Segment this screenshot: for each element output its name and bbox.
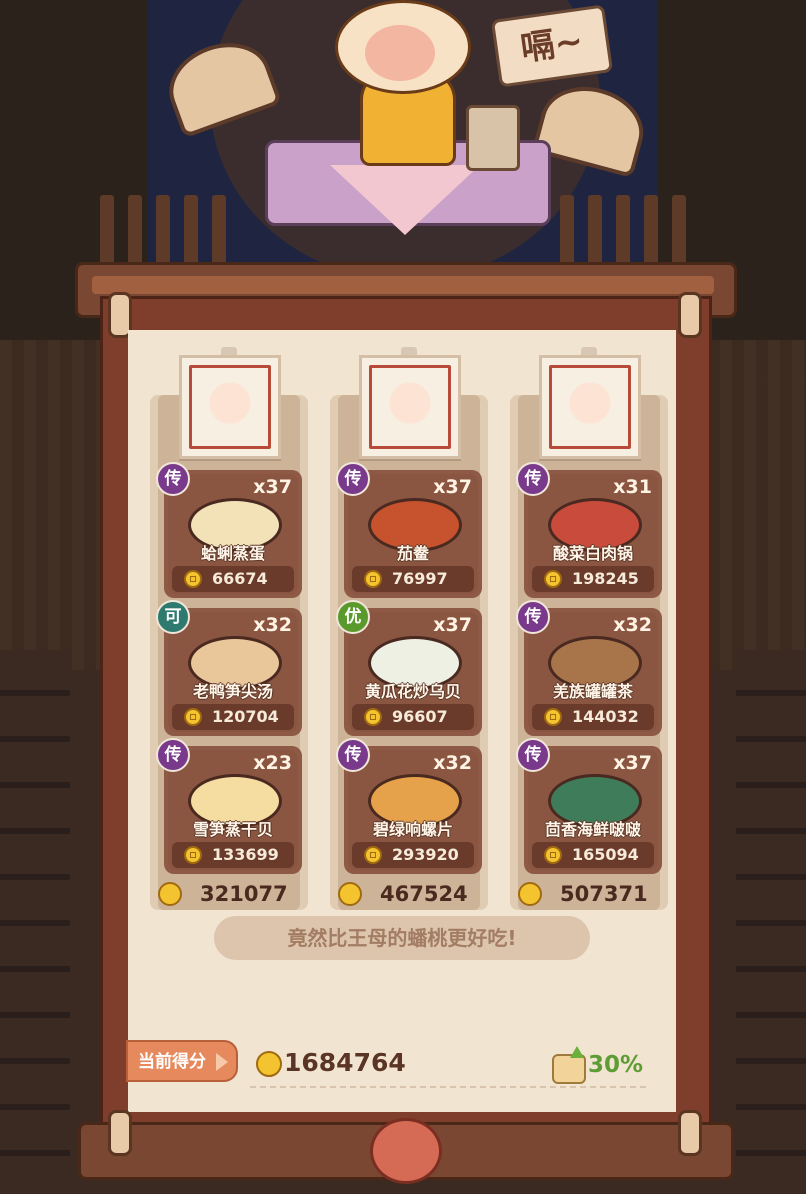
coin-icon (184, 846, 202, 864)
dish-rank-badge: 传 (336, 738, 370, 772)
dish-rank-badge: 可 (156, 600, 190, 634)
coin-icon (184, 570, 202, 588)
dish-name: 碧绿响螺片 (372, 820, 453, 839)
chef-portrait[interactable] (539, 355, 641, 459)
right-door (736, 650, 806, 1194)
coin-icon (184, 708, 202, 726)
bonus-up-arrow-icon (570, 1046, 584, 1058)
stacked-bowls-icon (466, 105, 520, 171)
dish-quantity: x32 (613, 614, 652, 636)
monkey-king-face (365, 25, 435, 81)
dish-card[interactable]: 传 x23 雪笋蒸干贝 133699 (156, 738, 302, 874)
dish-price: 120704 (212, 707, 279, 726)
dish-name: 黄瓜花炒乌贝 (364, 682, 461, 701)
chef-avatar (189, 365, 271, 449)
coin-icon (544, 570, 562, 588)
dish-card[interactable]: 传 x32 羌族罐罐茶 144032 (516, 600, 662, 736)
dish-rank-badge: 传 (156, 738, 190, 772)
scroll-knob (678, 1110, 702, 1156)
dish-card[interactable]: 优 x37 黄瓜花炒乌贝 96607 (336, 600, 482, 736)
dish-price-bar: 144032 (532, 704, 654, 730)
dish-rank-badge: 传 (516, 600, 550, 634)
dish-price-bar: 76997 (352, 566, 474, 592)
dish-card[interactable]: 传 x32 碧绿响螺片 293920 (336, 738, 482, 874)
coin-icon (158, 882, 182, 906)
score-divider (250, 1086, 646, 1088)
dish-rank-badge: 传 (516, 462, 550, 496)
column-total: 467524 (380, 882, 468, 906)
coin-icon (364, 708, 382, 726)
dish-card[interactable]: 可 x32 老鸭笋尖汤 120704 (156, 600, 302, 736)
chef-avatar (549, 365, 631, 449)
dish-quantity: x32 (433, 752, 472, 774)
dish-name: 茄鲞 (396, 544, 429, 563)
dish-name: 羌族罐罐茶 (552, 682, 633, 701)
bonus-bowl-icon (552, 1054, 586, 1084)
dish-price-bar: 96607 (352, 704, 474, 730)
dish-price-bar: 133699 (172, 842, 294, 868)
play-arrow-icon (216, 1053, 228, 1071)
column-total: 321077 (200, 882, 288, 906)
dish-price-bar: 198245 (532, 566, 654, 592)
dish-price: 133699 (212, 845, 279, 864)
scroll-knob (108, 1110, 132, 1156)
column-total: 507371 (560, 882, 648, 906)
dish-card[interactable]: 传 x37 茄鲞 76997 (336, 462, 482, 598)
coin-icon (364, 570, 382, 588)
coin-icon (544, 846, 562, 864)
coin-icon (364, 846, 382, 864)
dish-quantity: x31 (613, 476, 652, 498)
coin-icon (518, 882, 542, 906)
dish-rank-badge: 传 (156, 462, 190, 496)
dish-quantity: x32 (253, 614, 292, 636)
dish-price: 76997 (392, 569, 448, 588)
comment-bubble: 竟然比王母的蟠桃更好吃! (214, 916, 590, 960)
bonus-percent: 30% (588, 1052, 644, 1078)
coin-icon (544, 708, 562, 726)
dish-quantity: x37 (433, 476, 472, 498)
coin-icon (338, 882, 362, 906)
chinese-knot-icon (370, 1118, 442, 1184)
dish-name: 酸菜白肉锅 (552, 544, 633, 563)
scroll-top-rod-inner (92, 276, 714, 294)
dish-card[interactable]: 传 x31 酸菜白肉锅 198245 (516, 462, 662, 598)
dish-price: 144032 (572, 707, 639, 726)
dish-quantity: x37 (613, 752, 652, 774)
dish-name: 蛤蜊蒸蛋 (200, 544, 265, 563)
current-score-value: 1684764 (284, 1048, 406, 1077)
dish-price: 198245 (572, 569, 639, 588)
coin-icon (256, 1051, 282, 1077)
dish-name: 老鸭笋尖汤 (192, 682, 273, 701)
dish-card[interactable]: 传 x37 蛤蜊蒸蛋 66674 (156, 462, 302, 598)
dish-price: 293920 (392, 845, 459, 864)
current-score-tab: 当前得分 (126, 1040, 238, 1082)
dish-price: 96607 (392, 707, 448, 726)
left-door (0, 650, 70, 1194)
dish-rank-badge: 优 (336, 600, 370, 634)
scroll-knob (678, 292, 702, 338)
dish-quantity: x37 (253, 476, 292, 498)
dish-quantity: x37 (433, 614, 472, 636)
dish-price-bar: 293920 (352, 842, 474, 868)
dish-name: 茴香海鲜啵啵 (544, 820, 641, 839)
dish-rank-badge: 传 (336, 462, 370, 496)
dish-rank-badge: 传 (516, 738, 550, 772)
dish-price-bar: 120704 (172, 704, 294, 730)
dish-price: 165094 (572, 845, 639, 864)
dish-name: 雪笋蒸干贝 (192, 820, 273, 839)
dish-quantity: x23 (253, 752, 292, 774)
chef-portrait[interactable] (359, 355, 461, 459)
dish-price-bar: 66674 (172, 566, 294, 592)
chef-avatar (369, 365, 451, 449)
current-score-label: 当前得分 (138, 1052, 206, 1072)
chef-portrait[interactable] (179, 355, 281, 459)
dish-price: 66674 (212, 569, 268, 588)
dish-price-bar: 165094 (532, 842, 654, 868)
dish-card[interactable]: 传 x37 茴香海鲜啵啵 165094 (516, 738, 662, 874)
